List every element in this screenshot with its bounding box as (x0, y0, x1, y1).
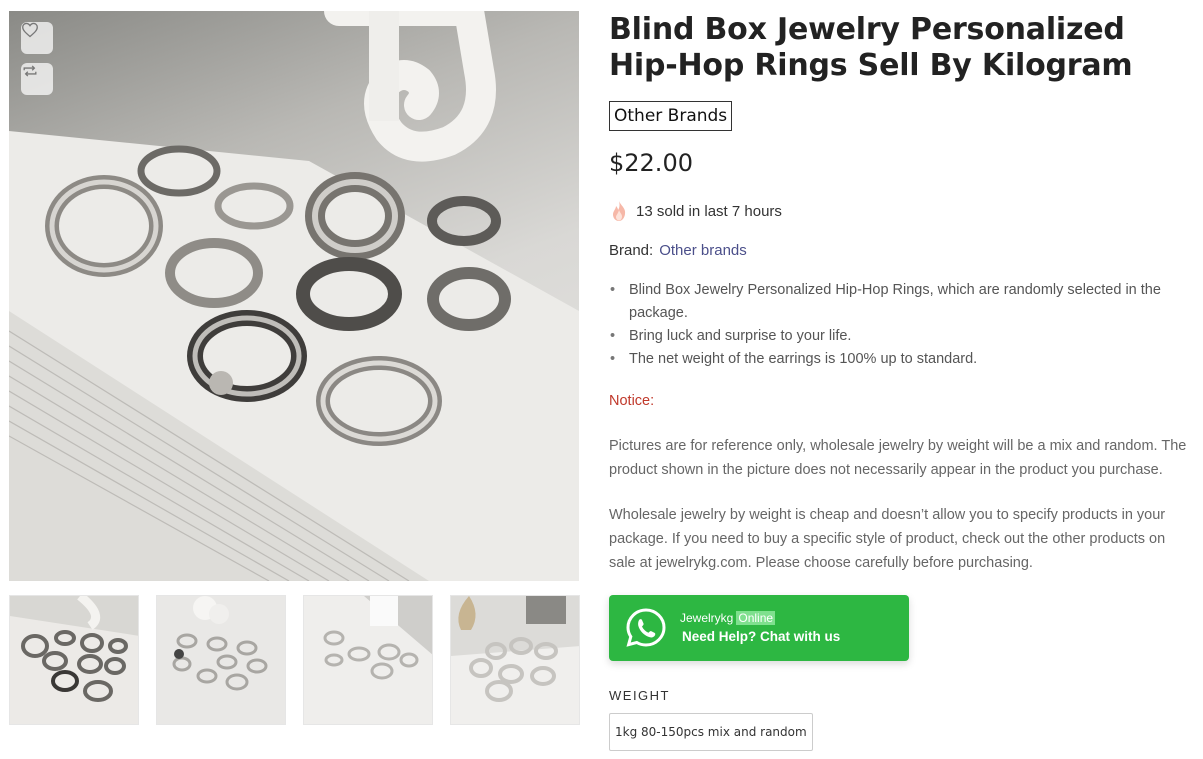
online-status-badge: Online (736, 611, 776, 625)
brand-badge: Other Brands (609, 101, 733, 131)
product-price: $22.00 (609, 149, 693, 177)
thumbnail-2[interactable] (156, 595, 286, 725)
feature-item: The net weight of the earrings is 100% u… (609, 348, 1189, 371)
heart-icon (22, 22, 38, 38)
thumbnail-1[interactable] (9, 595, 139, 725)
thumbnail-image (451, 596, 579, 724)
compare-button[interactable] (21, 63, 53, 95)
agent-name: Jewelrykg Online (680, 611, 776, 625)
thumbnail-3[interactable] (303, 595, 433, 725)
sold-counter: 13 sold in last 7 hours (609, 200, 782, 222)
main-product-image[interactable] (9, 11, 579, 581)
feature-item: Bring luck and surprise to your life. (609, 325, 1189, 348)
notice-paragraph-1: Pictures are for reference only, wholesa… (609, 438, 1187, 478)
thumbnail-image (157, 596, 285, 724)
notice-label: Notice: (609, 393, 655, 409)
notice-paragraph-2: Wholesale jewelry by weight is cheap and… (609, 507, 1166, 571)
feature-item: Blind Box Jewelry Personalized Hip-Hop R… (609, 279, 1189, 325)
compare-arrows-icon (23, 65, 37, 77)
agent-name-text: Jewelrykg (680, 611, 734, 625)
thumbnail-image (10, 596, 138, 724)
thumbnail-image (304, 596, 432, 724)
weight-label: WEIGHT (609, 688, 670, 703)
feature-list: Blind Box Jewelry Personalized Hip-Hop R… (609, 279, 1189, 371)
weight-option[interactable]: 1kg 80-150pcs mix and random (609, 713, 813, 751)
brand-line: Brand: Other brands (609, 242, 747, 259)
thumbnail-4[interactable] (450, 595, 580, 725)
brand-link[interactable]: Other brands (659, 242, 747, 259)
sold-text: 13 sold in last 7 hours (636, 202, 782, 220)
product-title: Blind Box Jewelry Personalized Hip-Hop R… (609, 12, 1133, 83)
flame-icon (613, 201, 626, 221)
whatsapp-chat-button[interactable]: Jewelrykg Online Need Help? Chat with us (609, 595, 909, 661)
wishlist-button[interactable] (21, 22, 53, 54)
whatsapp-icon (626, 608, 666, 647)
help-text: Need Help? Chat with us (682, 629, 841, 644)
rings-photo (9, 11, 579, 581)
thumbnail-strip (9, 595, 580, 726)
brand-label: Brand: (609, 242, 654, 259)
